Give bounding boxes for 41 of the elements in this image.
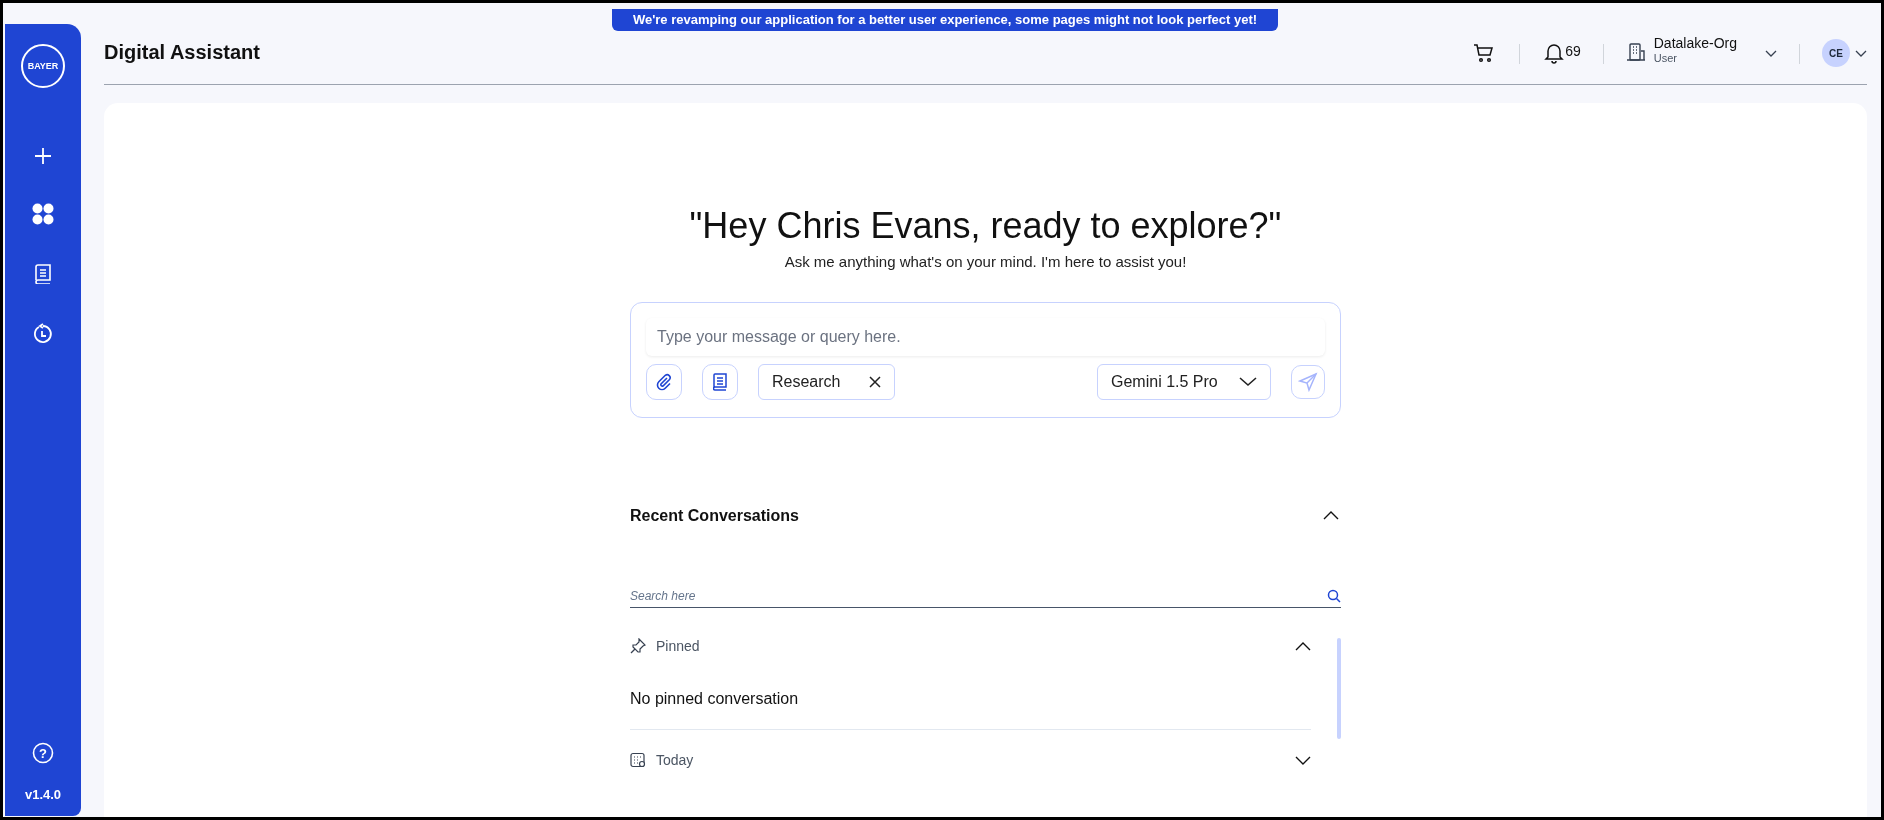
avatar-dropdown-icon[interactable] (1855, 50, 1867, 58)
chevron-down-icon (1239, 376, 1257, 387)
group-label[interactable]: Today (656, 749, 694, 771)
model-select[interactable]: Gemini 1.5 Pro (1097, 363, 1271, 400)
section-heading: Recent Conversations (630, 505, 799, 526)
chat-composer[interactable]: Type your message or query here. Research Gemini 1.5 Pro (630, 301, 1341, 418)
cart-icon[interactable] (1473, 42, 1496, 64)
help-icon[interactable]: ? (31, 740, 55, 765)
bayer-logo[interactable]: BAYER (21, 44, 65, 88)
knowledge-button[interactable] (702, 363, 738, 400)
search-input[interactable]: Search here (630, 587, 1327, 605)
calendar-icon (630, 752, 646, 768)
user-role: User (1653, 52, 1678, 66)
send-icon (1298, 371, 1318, 392)
greeting-heading: "Hey Chris Evans, ready to explore?" (689, 204, 1282, 248)
attach-button[interactable] (646, 363, 682, 400)
notification-count: 69 (1565, 42, 1581, 61)
org-name: Datalake-Org (1653, 34, 1737, 53)
search-icon[interactable] (1327, 589, 1341, 603)
collapse-icon[interactable] (1323, 511, 1339, 520)
building-icon (1625, 42, 1646, 62)
empty-message: No pinned conversation (630, 688, 800, 709)
bell-icon[interactable] (1544, 42, 1565, 64)
pin-icon (630, 638, 646, 654)
org-dropdown-icon[interactable] (1765, 50, 1777, 58)
search-field[interactable]: Search here (630, 585, 1341, 608)
expand-icon[interactable] (1295, 755, 1311, 765)
paperclip-icon (655, 372, 673, 391)
greeting-subtitle: Ask me anything what's on your mind. I'm here to assist you! (784, 252, 1187, 272)
version-label: v1.4.0 (24, 785, 62, 804)
scrollbar[interactable] (1337, 637, 1341, 739)
collapse-icon[interactable] (1295, 641, 1311, 651)
page-title: Digital Assistant (104, 40, 260, 65)
close-icon[interactable] (869, 375, 881, 388)
group-label[interactable]: Pinned (656, 635, 700, 657)
avatar[interactable]: CE (1822, 39, 1850, 67)
research-chip[interactable]: Research (758, 363, 895, 400)
book-icon (713, 372, 727, 391)
chip-label: Research (772, 371, 841, 392)
message-input[interactable]: Type your message or query here. (646, 317, 1325, 356)
announcement-banner: We're revamping our application for a better user experience, some pages might not look perfect yet! (612, 9, 1278, 31)
